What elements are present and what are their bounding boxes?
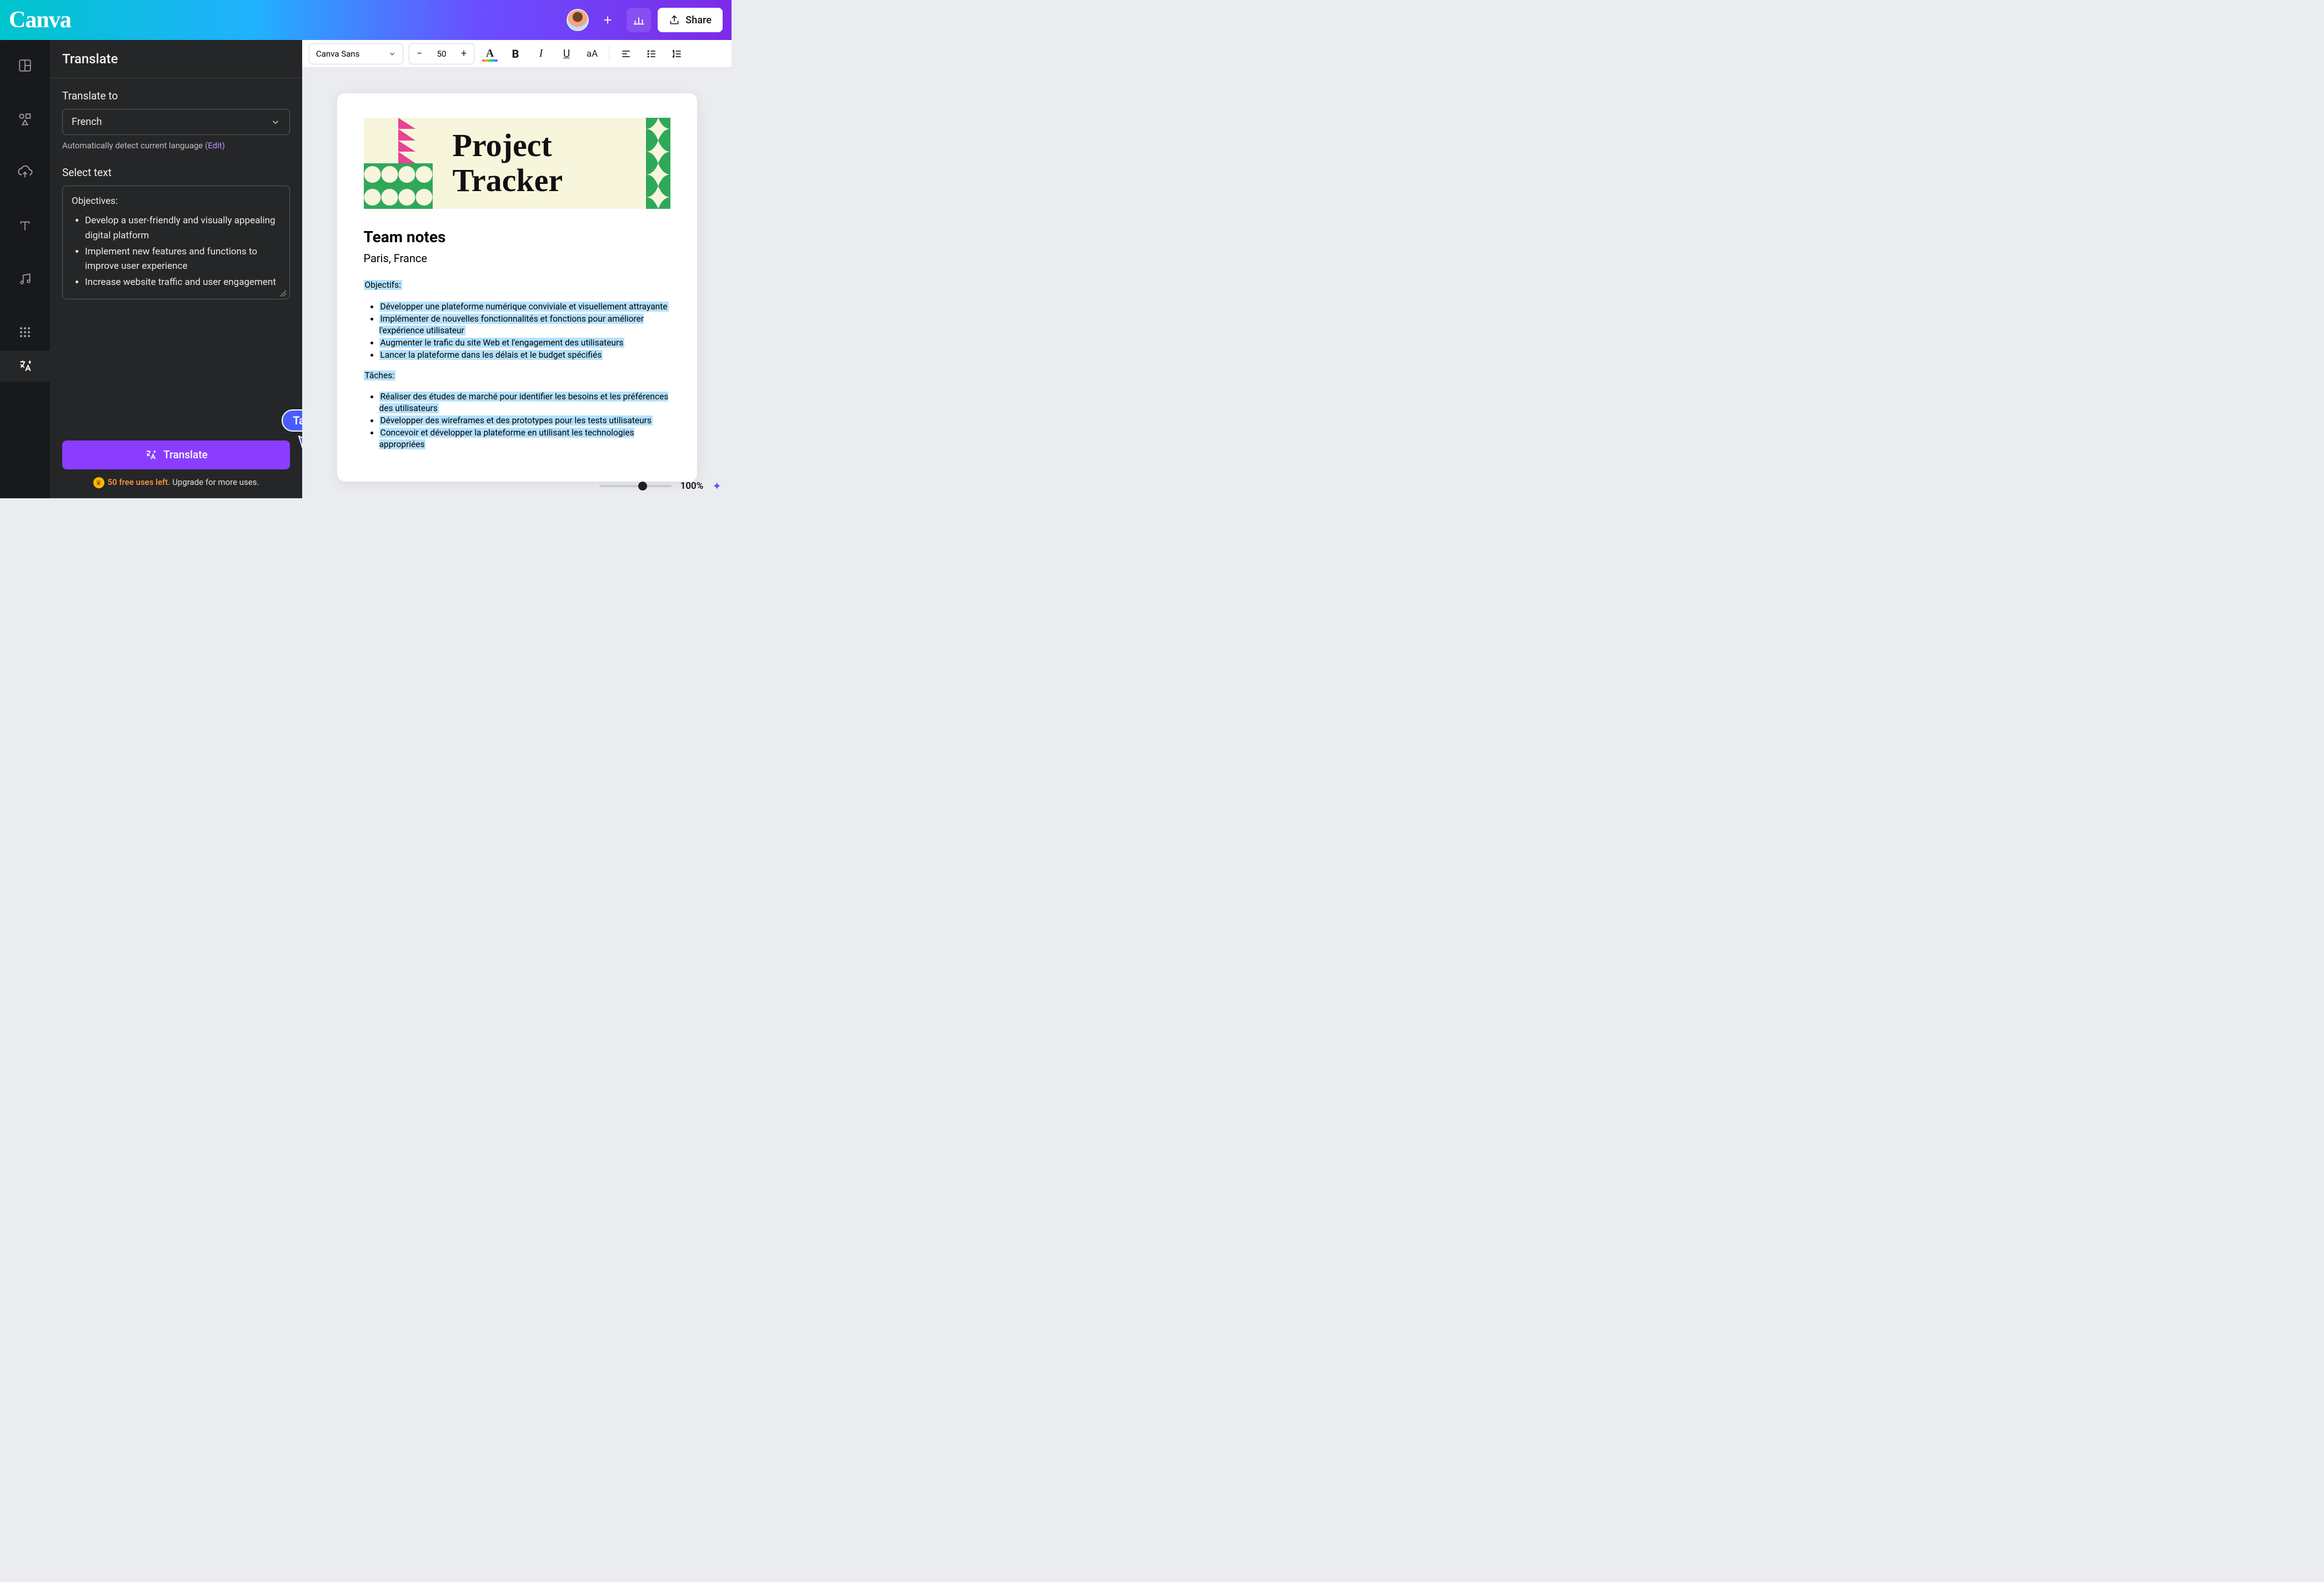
tasks-title: Tâches: bbox=[364, 371, 395, 381]
zoom-slider[interactable] bbox=[599, 485, 672, 487]
list-item: Increase website traffic and user engage… bbox=[85, 275, 281, 290]
zoom-value[interactable]: 100% bbox=[680, 480, 704, 492]
font-family-select[interactable]: Canva Sans bbox=[309, 43, 403, 64]
uses-remaining: 50 free uses left. bbox=[108, 477, 171, 487]
language-selected-value: French bbox=[72, 116, 102, 128]
app-header: Canva Share bbox=[0, 0, 732, 40]
translate-to-label: Translate to bbox=[62, 89, 290, 102]
document-page[interactable]: Project Tracker Team note bbox=[337, 93, 697, 482]
chevron-down-icon bbox=[271, 117, 281, 127]
banner-pattern-right-icon bbox=[646, 118, 670, 209]
list-item: Réaliser des études de marché pour ident… bbox=[379, 391, 670, 414]
translate-icon bbox=[144, 449, 157, 461]
font-size-increase[interactable]: + bbox=[454, 44, 474, 64]
list-item: Lancer la plateforme dans les délais et … bbox=[379, 349, 670, 361]
list-item: Concevoir et développer la plateforme en… bbox=[379, 427, 670, 450]
language-select[interactable]: French bbox=[62, 109, 290, 135]
zoom-thumb[interactable] bbox=[638, 482, 647, 490]
banner: Project Tracker bbox=[364, 118, 670, 209]
chevron-down-icon bbox=[388, 50, 396, 58]
avatar[interactable] bbox=[567, 9, 589, 31]
font-family-value: Canva Sans bbox=[316, 49, 359, 59]
zoom-bar: 100% ✦ bbox=[599, 479, 722, 493]
source-heading: Objectives: bbox=[72, 194, 281, 209]
apps-icon[interactable] bbox=[13, 320, 37, 344]
list-item: Implement new features and functions to … bbox=[85, 244, 281, 274]
text-icon[interactable] bbox=[13, 213, 37, 238]
share-label: Share bbox=[685, 14, 712, 26]
bold-button[interactable]: B bbox=[505, 44, 525, 64]
list-item: Développer une plateforme numérique conv… bbox=[379, 301, 670, 313]
select-text-label: Select text bbox=[62, 166, 290, 179]
text-toolbar: Canva Sans − 50 + A B I U aA bbox=[302, 40, 732, 68]
align-button[interactable] bbox=[616, 44, 636, 64]
header-actions: Share bbox=[567, 8, 723, 32]
translate-button-label: Translate bbox=[163, 448, 207, 461]
translated-content[interactable]: Objectifs: Développer une plateforme num… bbox=[364, 279, 670, 450]
uploads-icon[interactable] bbox=[13, 160, 37, 184]
invite-plus-button[interactable] bbox=[595, 8, 620, 32]
usage-line: ♛ 50 free uses left. Upgrade for more use… bbox=[62, 477, 290, 488]
spacing-button[interactable] bbox=[667, 44, 687, 64]
team-notes-heading: Team notes bbox=[364, 228, 670, 246]
share-button[interactable]: Share bbox=[658, 8, 723, 32]
detect-language-text: Automatically detect current language bbox=[62, 141, 205, 151]
translate-panel: Translate Translate to French Automatica… bbox=[50, 40, 302, 498]
source-list: Develop a user-friendly and visually app… bbox=[72, 213, 281, 290]
source-text-box[interactable]: Objectives: Develop a user-friendly and … bbox=[62, 186, 290, 299]
panel-title: Translate bbox=[50, 40, 302, 78]
audio-icon[interactable] bbox=[13, 267, 37, 291]
font-size-decrease[interactable]: − bbox=[409, 44, 429, 64]
elements-icon[interactable] bbox=[13, 107, 37, 131]
detect-language-line: Automatically detect current language (E… bbox=[62, 141, 290, 151]
canva-logo[interactable]: Canva bbox=[9, 7, 71, 33]
upgrade-suffix: . bbox=[257, 477, 259, 487]
list-item: Implémenter de nouvelles fonctionnalités… bbox=[379, 313, 670, 337]
font-size-value[interactable]: 50 bbox=[429, 49, 454, 59]
canvas-area: Canva Sans − 50 + A B I U aA bbox=[302, 40, 732, 498]
italic-button[interactable]: I bbox=[531, 44, 551, 64]
list-item: Develop a user-friendly and visually app… bbox=[85, 213, 281, 243]
templates-icon[interactable] bbox=[13, 53, 37, 78]
objectives-title: Objectifs: bbox=[364, 280, 402, 290]
upgrade-link[interactable]: Upgrade for more uses bbox=[170, 477, 257, 487]
translate-button[interactable]: Translate bbox=[62, 440, 290, 469]
banner-title: Project Tracker bbox=[453, 128, 563, 198]
text-case-button[interactable]: aA bbox=[582, 44, 602, 64]
location-text: Paris, France bbox=[364, 252, 670, 265]
crown-icon: ♛ bbox=[93, 477, 104, 488]
text-color-button[interactable]: A bbox=[480, 44, 500, 64]
translate-app-icon[interactable] bbox=[0, 351, 50, 382]
resize-handle-icon[interactable] bbox=[279, 290, 286, 297]
list-item: Développer des wireframes et des prototy… bbox=[379, 415, 670, 427]
banner-pattern-left-icon bbox=[364, 118, 433, 209]
side-rail bbox=[0, 40, 50, 498]
analytics-button[interactable] bbox=[627, 8, 651, 32]
underline-button[interactable]: U bbox=[557, 44, 577, 64]
font-size-group: − 50 + bbox=[409, 43, 474, 64]
list-button[interactable] bbox=[642, 44, 662, 64]
detect-edit-link[interactable]: (Edit) bbox=[205, 141, 225, 151]
list-item: Augmenter le trafic du site Web et l'eng… bbox=[379, 337, 670, 349]
magic-sparkle-icon[interactable]: ✦ bbox=[712, 479, 722, 493]
